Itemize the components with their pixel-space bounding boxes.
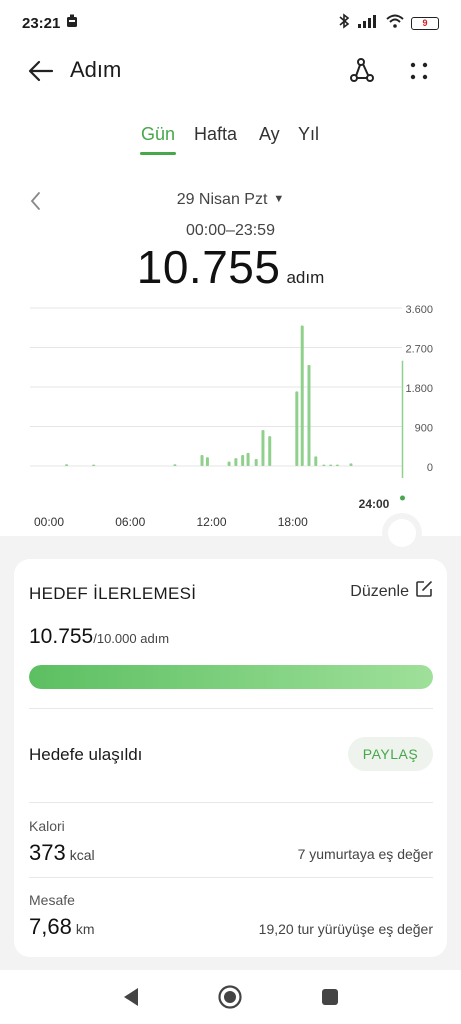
step-bar — [335, 464, 339, 466]
calories-value: 373 — [29, 840, 66, 865]
step-bar — [241, 455, 245, 466]
step-bar — [65, 464, 69, 466]
period-tabs: Gün Hafta Ay Yıl — [0, 124, 461, 158]
x-tick-label: 00:00 — [34, 515, 64, 529]
calories-label: Kalori — [29, 818, 65, 834]
app-bar: Adım — [0, 46, 461, 96]
distance-equivalent: 19,20 tur yürüyüşe eş değer — [258, 921, 433, 937]
step-bar — [349, 463, 353, 466]
y-tick-label: 2.700 — [405, 344, 433, 356]
goal-progress-bar — [29, 665, 433, 689]
step-bar — [268, 436, 272, 466]
step-bar — [254, 458, 258, 466]
nav-recents-icon[interactable] — [320, 987, 340, 1007]
step-bar — [300, 325, 304, 466]
tab-year[interactable]: Yıl — [298, 124, 319, 145]
share-button[interactable]: PAYLAŞ — [348, 737, 433, 771]
divider — [29, 708, 433, 709]
divider — [29, 802, 433, 803]
back-arrow-icon[interactable] — [26, 56, 56, 86]
status-icons: 9 — [338, 13, 439, 33]
tab-day[interactable]: Gün — [141, 124, 175, 145]
page-title: Adım — [70, 57, 122, 82]
more-options-icon[interactable] — [404, 56, 434, 86]
status-time: 23:21 — [22, 14, 61, 32]
step-bar — [261, 430, 265, 466]
status-bar: 23:21 9 — [0, 0, 461, 46]
step-bar — [307, 365, 311, 466]
goal-progress-fill — [29, 665, 433, 689]
x-tick-label: 12:00 — [196, 515, 226, 529]
x-tick-label: 06:00 — [115, 515, 145, 529]
goal-current: 10.755 — [29, 625, 94, 648]
step-bar — [227, 461, 231, 466]
goal-title: HEDEF İLERLEMESİ — [29, 584, 197, 603]
edit-icon — [415, 580, 433, 603]
chart-scrubber-handle[interactable] — [388, 519, 416, 547]
goal-card: HEDEF İLERLEMESİ Düzenle 10.755/10.000 a… — [14, 559, 447, 957]
step-bar — [314, 456, 318, 466]
y-tick-label: 0 — [427, 462, 433, 474]
goal-target: /10.000 adım — [93, 631, 170, 646]
x-tick-label: 24:00 — [359, 497, 390, 511]
route-share-icon[interactable] — [346, 56, 376, 86]
total-steps-value: 10.755 — [136, 241, 281, 293]
distance-value: 7,68 — [29, 914, 72, 939]
wifi-icon — [386, 14, 404, 32]
nav-back-icon[interactable] — [121, 986, 141, 1008]
current-time-dot — [400, 495, 405, 501]
distance-value-row: 7,68 km — [29, 914, 95, 940]
step-bar — [92, 464, 96, 466]
system-nav-bar — [0, 970, 461, 1024]
signal-icon — [357, 14, 379, 32]
nav-home-icon[interactable] — [217, 984, 243, 1010]
dropdown-caret-icon: ▼ — [273, 193, 285, 205]
step-bar — [205, 457, 209, 466]
goal-reached-text: Hedefe ulaşıldı — [29, 745, 143, 764]
tab-month[interactable]: Ay — [259, 124, 280, 145]
edit-goal-label: Düzenle — [350, 582, 409, 600]
calories-unit: kcal — [69, 847, 95, 863]
step-bar — [329, 464, 333, 466]
calories-equivalent: 7 yumurtaya eş değer — [297, 846, 433, 862]
total-steps-unit: adım — [286, 268, 325, 287]
goal-progress-value: 10.755/10.000 adım — [29, 625, 169, 649]
tab-week[interactable]: Hafta — [194, 124, 237, 145]
tab-indicator — [140, 152, 176, 155]
date-text: 29 Nisan Pzt — [176, 191, 268, 208]
time-range: 00:00–23:59 — [186, 222, 275, 239]
edit-goal-button[interactable]: Düzenle — [350, 580, 433, 603]
step-bar — [246, 452, 250, 466]
y-tick-label: 900 — [415, 423, 433, 435]
step-bar — [173, 464, 177, 466]
divider — [29, 877, 433, 878]
battery-icon: 9 — [411, 16, 439, 30]
step-bar — [295, 391, 299, 466]
distance-unit: km — [75, 921, 95, 937]
calories-value-row: 373 kcal — [29, 840, 95, 866]
step-bar — [234, 458, 238, 466]
notification-icon — [66, 14, 78, 32]
y-tick-label: 1.800 — [405, 383, 433, 395]
date-selector[interactable]: 29 Nisan Pzt ▼ — [0, 191, 461, 209]
y-tick-label: 3.600 — [405, 304, 433, 316]
bluetooth-icon — [338, 13, 350, 33]
distance-label: Mesafe — [29, 892, 75, 908]
total-steps-summary: 10.755 adım — [0, 240, 461, 294]
step-bar — [322, 464, 326, 466]
hourly-steps-chart[interactable]: 3.600 2.700 1.800 900 0 00:00 06:00 12:00 18:00 2… — [0, 295, 461, 535]
x-tick-label: 18:00 — [278, 515, 308, 529]
step-bar — [200, 455, 204, 466]
